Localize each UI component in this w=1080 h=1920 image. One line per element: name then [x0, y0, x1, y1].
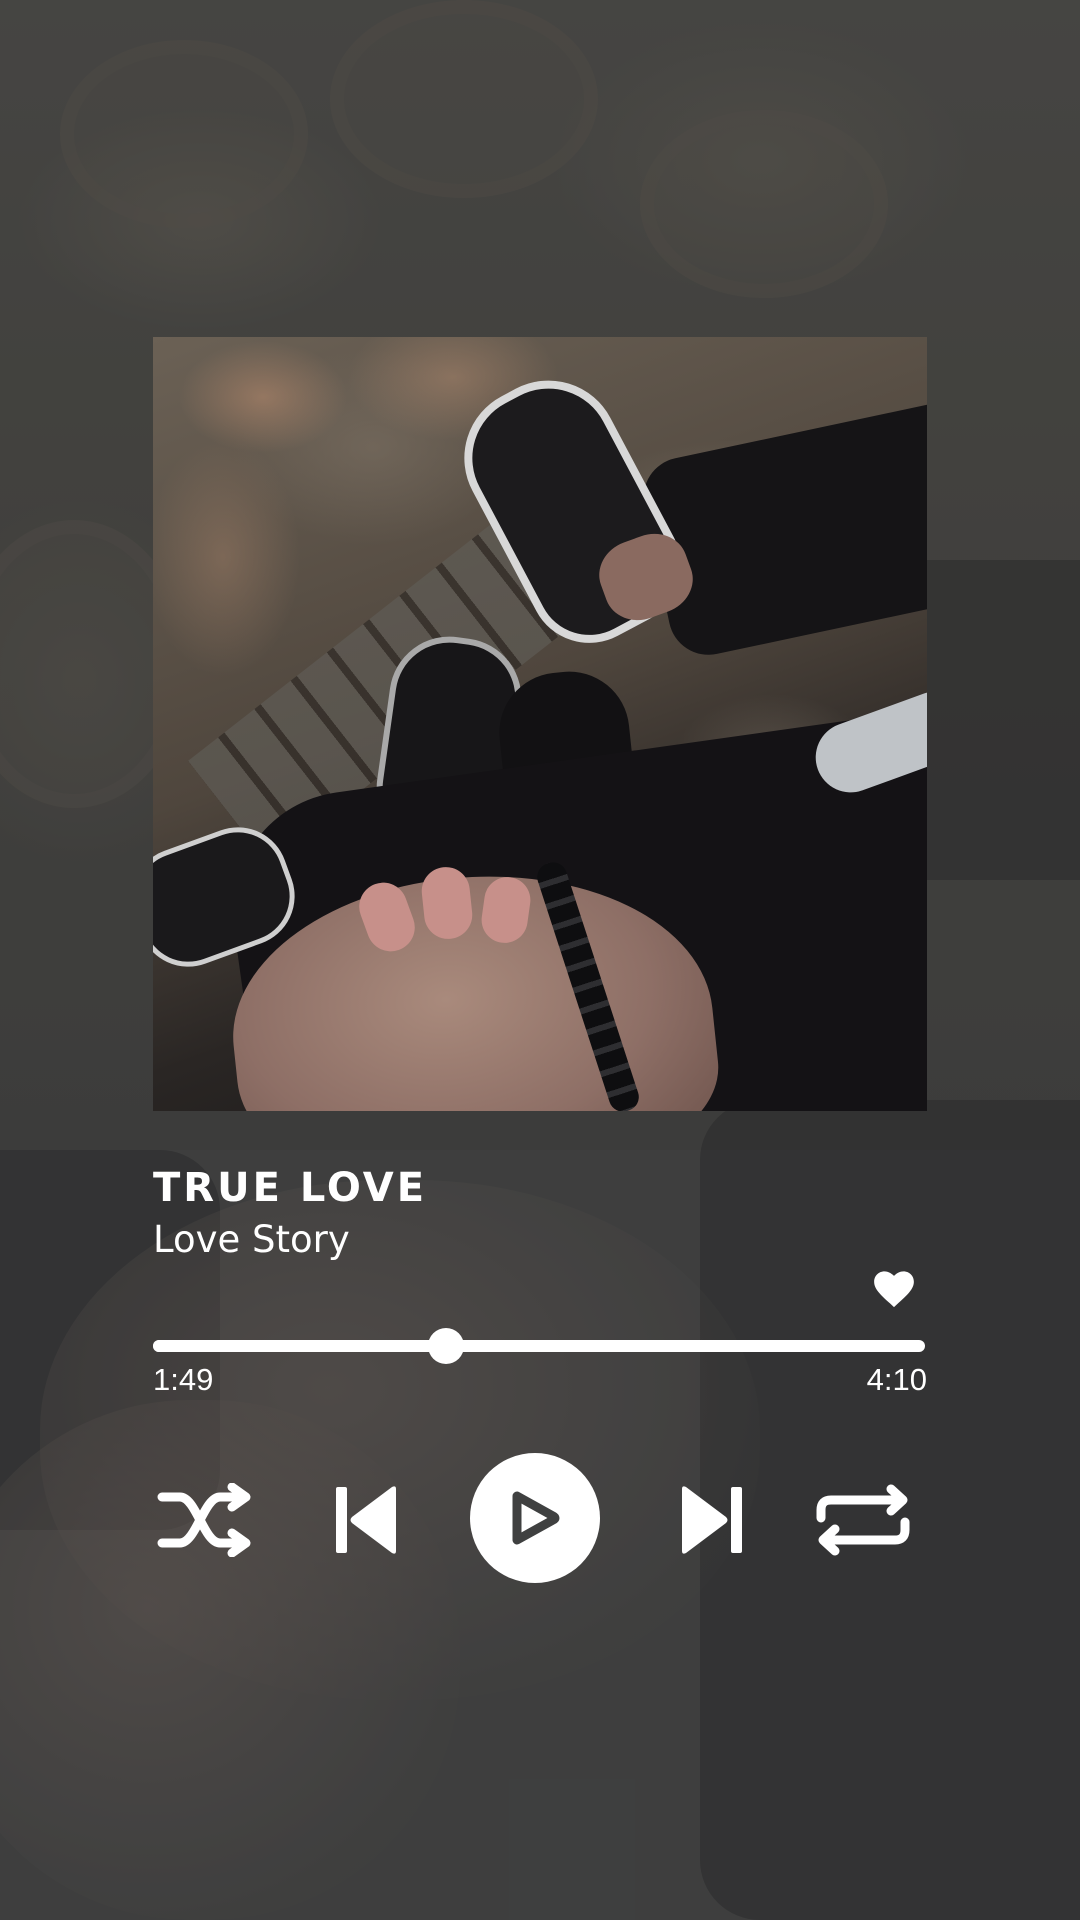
skip-next-icon	[682, 1486, 742, 1554]
track-title: TRUE LOVE	[153, 1165, 428, 1211]
shuffle-button[interactable]	[156, 1480, 256, 1560]
progress-fill	[153, 1340, 447, 1352]
like-button[interactable]	[873, 1268, 915, 1310]
previous-button[interactable]	[333, 1480, 399, 1560]
progress-bar[interactable]	[153, 1328, 925, 1364]
repeat-button[interactable]	[815, 1480, 911, 1560]
skip-previous-icon	[336, 1486, 396, 1554]
track-artist: Love Story	[153, 1218, 350, 1261]
repeat-icon	[816, 1484, 910, 1556]
total-time: 4:10	[866, 1362, 927, 1397]
play-button[interactable]	[470, 1453, 600, 1583]
play-icon	[512, 1491, 560, 1545]
shuffle-icon	[157, 1483, 251, 1557]
heart-icon	[874, 1271, 914, 1308]
album-cover	[153, 337, 927, 1111]
current-time: 1:49	[153, 1362, 214, 1397]
next-button[interactable]	[679, 1480, 745, 1560]
